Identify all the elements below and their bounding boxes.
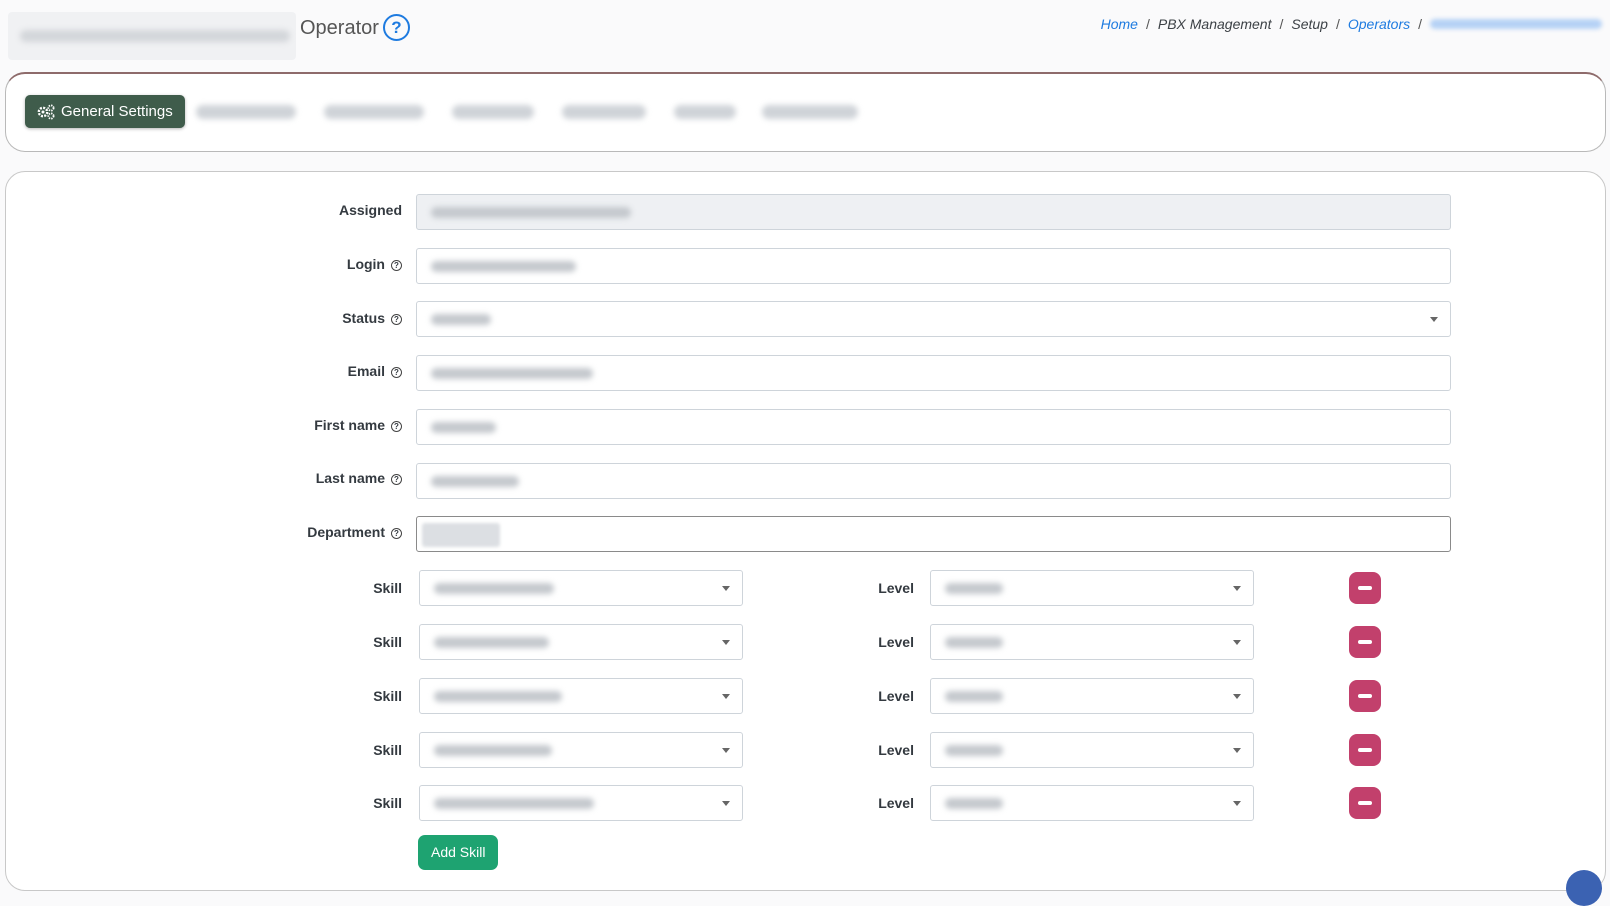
chevron-down-icon <box>1233 748 1241 753</box>
tab-recordings[interactable] <box>762 105 858 119</box>
tab-voicemail[interactable] <box>562 105 646 119</box>
level-select[interactable] <box>930 785 1254 821</box>
tab-call-settings[interactable] <box>196 105 296 119</box>
remove-skill-button[interactable] <box>1349 626 1381 658</box>
remove-skill-button[interactable] <box>1349 572 1381 604</box>
email-input[interactable] <box>416 355 1451 391</box>
assigned-field <box>416 194 1451 230</box>
department-label-row: Department? <box>270 524 402 540</box>
skill-select[interactable] <box>419 678 743 714</box>
skill-label: Skill <box>373 580 402 596</box>
help-icon[interactable]: ? <box>383 14 410 41</box>
tab-general-settings-label: General Settings <box>61 103 173 120</box>
level-select[interactable] <box>930 624 1254 660</box>
help-icon[interactable]: ? <box>391 366 402 378</box>
department-tag[interactable] <box>422 523 500 547</box>
skill-label: Skill <box>373 688 402 704</box>
chevron-down-icon <box>722 586 730 591</box>
skill-label: Skill <box>373 742 402 758</box>
settings-tabs: General Settings <box>5 72 1606 152</box>
level-label: Level <box>878 742 914 758</box>
login-label-row: Login? <box>290 256 402 272</box>
level-label: Level <box>878 688 914 704</box>
help-icon[interactable]: ? <box>391 527 402 539</box>
skill-select[interactable] <box>419 785 743 821</box>
login-input[interactable] <box>416 248 1451 284</box>
chevron-down-icon <box>1233 586 1241 591</box>
chevron-down-icon <box>1233 640 1241 645</box>
remove-skill-button[interactable] <box>1349 734 1381 766</box>
chevron-down-icon <box>1233 694 1241 699</box>
chevron-down-icon <box>722 748 730 753</box>
department-select[interactable] <box>416 516 1451 552</box>
department-label: Department <box>307 524 385 540</box>
level-select[interactable] <box>930 678 1254 714</box>
breadcrumb-pbx-management: PBX Management <box>1157 16 1272 32</box>
help-chat-button[interactable] <box>1566 870 1602 906</box>
chevron-down-icon <box>1430 317 1438 322</box>
status-label-row: Status? <box>290 310 402 326</box>
chevron-down-icon <box>722 640 730 645</box>
last-name-label: Last name <box>315 470 385 486</box>
chevron-down-icon <box>722 801 730 806</box>
last-name-input[interactable] <box>416 463 1451 499</box>
email-label: Email <box>347 363 385 379</box>
page-header: Operator ? Home / PBX Management / Setup… <box>0 0 1610 70</box>
level-select[interactable] <box>930 570 1254 606</box>
skill-label: Skill <box>373 795 402 811</box>
breadcrumb-setup: Setup <box>1291 16 1328 32</box>
status-label: Status <box>342 310 385 326</box>
first-name-label: First name <box>314 417 385 433</box>
first-name-label-row: First name? <box>270 417 402 433</box>
level-label: Level <box>878 634 914 650</box>
help-icon[interactable]: ? <box>391 259 402 271</box>
breadcrumb: Home / PBX Management / Setup / Operator… <box>1101 16 1602 32</box>
chevron-down-icon <box>722 694 730 699</box>
remove-skill-button[interactable] <box>1349 680 1381 712</box>
tab-general-settings[interactable]: General Settings <box>25 95 185 128</box>
tab-tracking[interactable] <box>452 105 534 119</box>
tab-fmfm[interactable] <box>674 105 736 119</box>
level-select[interactable] <box>930 732 1254 768</box>
skill-select[interactable] <box>419 732 743 768</box>
page-title: Operator <box>300 17 379 39</box>
help-icon[interactable]: ? <box>391 420 402 432</box>
operator-name-redacted <box>8 12 296 60</box>
email-label-row: Email? <box>290 363 402 379</box>
help-icon[interactable]: ? <box>391 313 402 325</box>
level-label: Level <box>878 795 914 811</box>
status-select[interactable] <box>416 301 1451 337</box>
tab-sip-settings[interactable] <box>324 105 424 119</box>
breadcrumb-current-redacted <box>1430 19 1602 29</box>
assigned-label: Assigned <box>338 202 402 218</box>
gears-icon <box>37 104 55 119</box>
skill-select[interactable] <box>419 570 743 606</box>
first-name-input[interactable] <box>416 409 1451 445</box>
skill-select[interactable] <box>419 624 743 660</box>
skill-label: Skill <box>373 634 402 650</box>
add-skill-button[interactable]: Add Skill <box>418 835 499 870</box>
level-label: Level <box>878 580 914 596</box>
remove-skill-button[interactable] <box>1349 787 1381 819</box>
chevron-down-icon <box>1233 801 1241 806</box>
breadcrumb-home[interactable]: Home <box>1101 16 1138 32</box>
help-icon[interactable]: ? <box>391 473 402 485</box>
login-label: Login <box>346 256 385 272</box>
last-name-label-row: Last name? <box>270 470 402 486</box>
breadcrumb-operators[interactable]: Operators <box>1348 16 1410 32</box>
